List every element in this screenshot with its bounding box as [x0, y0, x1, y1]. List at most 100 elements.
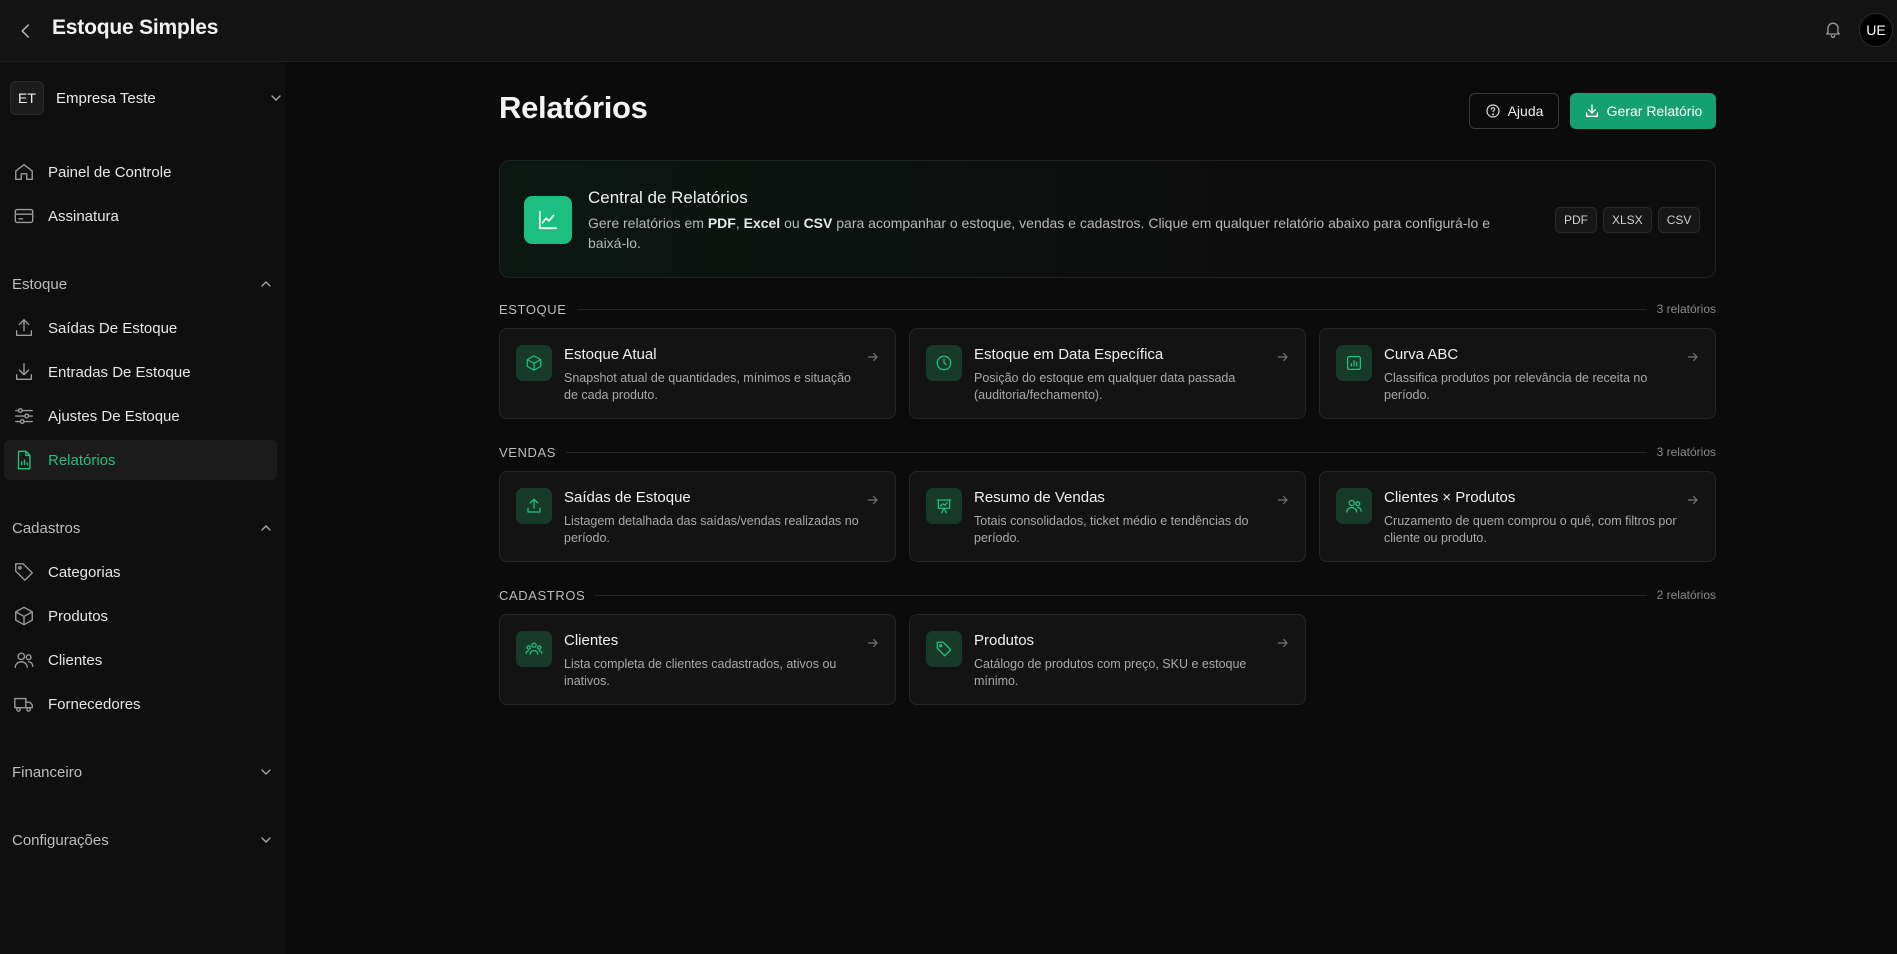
sidebar-item-label: Produtos	[48, 607, 109, 625]
card-title: Resumo de Vendas	[974, 489, 1105, 506]
sidebar-item-label: Painel de Controle	[48, 163, 172, 181]
sidebar-item-label: Assinatura	[48, 207, 119, 225]
card-description: Catálogo de produtos com preço, SKU e es…	[974, 657, 1247, 688]
format-tag-xlsx: XLSX	[1603, 207, 1652, 233]
chevron-up-icon	[258, 276, 274, 292]
card-description: Classifica produtos por relevância de re…	[1384, 371, 1648, 402]
card-title: Produtos	[974, 632, 1035, 649]
card-title: Saídas de Estoque	[564, 489, 691, 506]
sidebar-item-assinatura[interactable]: Assinatura	[4, 196, 277, 236]
report-card-estoque-data[interactable]: Estoque em Data Específica Posição do es…	[909, 328, 1306, 419]
section-cadastros[interactable]: Cadastros	[12, 515, 274, 541]
generate-report-button[interactable]: Gerar Relatório	[1570, 93, 1716, 129]
back-arrow-icon[interactable]	[12, 17, 40, 45]
company-name: Empresa Teste	[56, 89, 156, 107]
sidebar-item-label: Entradas De Estoque	[48, 363, 191, 381]
group-header-cadastros: CADASTROS 2 relatórios	[499, 585, 1716, 605]
sidebar-item-entradas[interactable]: Entradas De Estoque	[4, 352, 277, 392]
section-label: Cadastros	[12, 519, 81, 537]
sidebar-item-clientes[interactable]: Clientes	[4, 640, 277, 680]
card-description: Cruzamento de quem comprou o quê, com fi…	[1384, 514, 1677, 545]
sidebar: ET Empresa Teste Painel de Controle Assi…	[0, 62, 285, 954]
group-divider	[566, 451, 1647, 453]
reports-hero-panel: Central de Relatórios Gere relatórios em…	[499, 160, 1716, 278]
generate-report-label: Gerar Relatório	[1606, 103, 1703, 119]
arrow-right-icon	[1686, 493, 1700, 507]
report-card-estoque-atual[interactable]: Estoque Atual Snapshot atual de quantida…	[499, 328, 896, 419]
report-card-clientes[interactable]: Clientes Lista completa de clientes cada…	[499, 614, 896, 705]
group-divider	[595, 594, 1647, 596]
home-icon	[12, 160, 36, 184]
arrow-right-icon	[1276, 350, 1290, 364]
presentation-icon	[926, 488, 962, 524]
line-chart-icon	[524, 196, 572, 244]
user-avatar[interactable]: UE	[1859, 13, 1893, 47]
help-button-label: Ajuda	[1507, 103, 1544, 119]
sidebar-item-fornecedores[interactable]: Fornecedores	[4, 684, 277, 724]
sidebar-item-label: Saídas De Estoque	[48, 319, 178, 337]
sidebar-item-label: Clientes	[48, 651, 103, 669]
sidebar-item-painel[interactable]: Painel de Controle	[4, 152, 277, 192]
tag-icon	[926, 631, 962, 667]
help-button[interactable]: Ajuda	[1469, 93, 1559, 129]
help-circle-icon	[1485, 103, 1501, 119]
group-count: 3 relatórios	[1656, 445, 1716, 459]
section-financeiro[interactable]: Financeiro	[12, 759, 274, 785]
chevron-up-icon	[258, 520, 274, 536]
report-card-resumo-vendas[interactable]: Resumo de Vendas Totais consolidados, ti…	[909, 471, 1306, 562]
bar-chart-icon	[1336, 345, 1372, 381]
group-count: 3 relatórios	[1656, 302, 1716, 316]
hero-title: Central de Relatórios	[588, 188, 748, 207]
upload-icon	[516, 488, 552, 524]
team-icon	[516, 631, 552, 667]
sidebar-item-saidas[interactable]: Saídas De Estoque	[4, 308, 277, 348]
sidebar-item-categorias[interactable]: Categorias	[4, 552, 277, 592]
users-icon	[1336, 488, 1372, 524]
section-label: Estoque	[12, 275, 68, 293]
format-tag-pdf: PDF	[1555, 207, 1597, 233]
sidebar-item-label: Ajustes De Estoque	[48, 407, 180, 425]
arrow-right-icon	[1686, 350, 1700, 364]
box-icon	[516, 345, 552, 381]
chevron-down-icon	[268, 90, 284, 106]
app-title: Estoque Simples	[52, 16, 219, 39]
clock-icon	[926, 345, 962, 381]
upload-icon	[12, 316, 36, 340]
report-icon	[12, 448, 36, 472]
format-tag-csv: CSV	[1657, 207, 1701, 233]
report-card-produtos[interactable]: Produtos Catálogo de produtos com preço,…	[909, 614, 1306, 705]
sidebar-item-ajustes[interactable]: Ajustes De Estoque	[4, 396, 277, 436]
chevron-down-icon	[258, 764, 274, 780]
sidebar-item-relatorios[interactable]: Relatórios	[4, 440, 277, 480]
card-title: Estoque em Data Específica	[974, 346, 1164, 363]
company-selector[interactable]: ET Empresa Teste	[10, 80, 285, 116]
card-title: Estoque Atual	[564, 346, 657, 363]
sidebar-item-label: Relatórios	[48, 451, 116, 469]
page-title: Relatórios	[499, 90, 648, 125]
group-name: ESTOQUE	[499, 301, 567, 317]
box-icon	[12, 604, 36, 628]
section-configuracoes[interactable]: Configurações	[12, 827, 274, 853]
users-icon	[12, 648, 36, 672]
card-title: Curva ABC	[1384, 346, 1459, 363]
section-estoque[interactable]: Estoque	[12, 271, 274, 297]
arrow-right-icon	[866, 350, 880, 364]
card-icon	[12, 204, 36, 228]
section-label: Financeiro	[12, 763, 83, 781]
top-bar: Estoque Simples UE	[0, 0, 1897, 62]
card-description: Totais consolidados, ticket médio e tend…	[974, 514, 1249, 545]
arrow-right-icon	[1276, 493, 1290, 507]
chevron-down-icon	[258, 832, 274, 848]
format-tags: PDF XLSX CSV	[1555, 207, 1701, 233]
sidebar-item-label: Fornecedores	[48, 695, 141, 713]
report-card-clientes-produtos[interactable]: Clientes × Produtos Cruzamento de quem c…	[1319, 471, 1716, 562]
card-title: Clientes × Produtos	[1384, 489, 1516, 506]
card-description: Posição do estoque em qualquer data pass…	[974, 371, 1236, 402]
sidebar-item-produtos[interactable]: Produtos	[4, 596, 277, 636]
company-badge: ET	[10, 81, 44, 115]
report-card-curva-abc[interactable]: Curva ABC Classifica produtos por relevâ…	[1319, 328, 1716, 419]
sidebar-item-label: Categorias	[48, 563, 121, 581]
bell-icon[interactable]	[1820, 16, 1846, 42]
report-card-saidas[interactable]: Saídas de Estoque Listagem detalhada das…	[499, 471, 896, 562]
card-description: Listagem detalhada das saídas/vendas rea…	[564, 514, 859, 545]
